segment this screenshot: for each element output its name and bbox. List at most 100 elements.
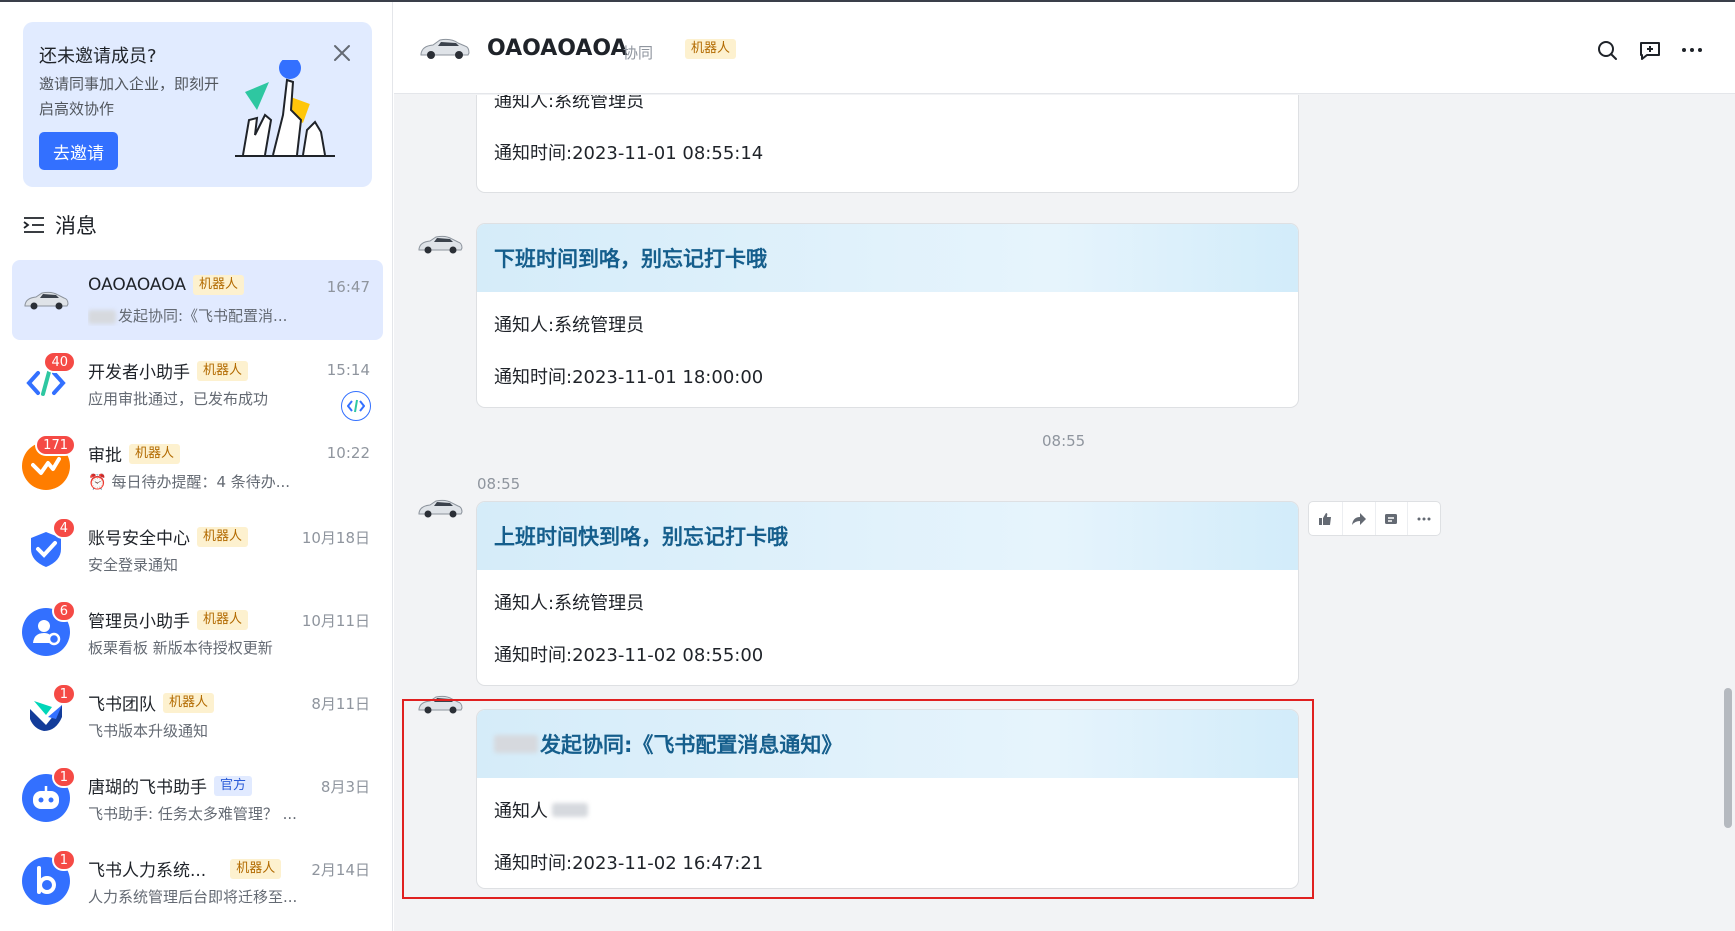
robot-tag: 机器人	[230, 858, 282, 879]
sidebar: 还未邀请成员? 邀请同事加入企业，即刻开启高效协作 去邀请 消息 OAOAOAO…	[0, 2, 393, 931]
forward-icon[interactable]	[1341, 502, 1375, 535]
scrollbar[interactable]	[1724, 688, 1732, 828]
developer-app-icon[interactable]	[341, 391, 371, 421]
chat-name: 飞书人力系统... 机器人	[88, 856, 282, 881]
invite-illustration-icon	[235, 60, 335, 157]
chat-item-account-security[interactable]: 4 账号安全中心 机器人 10月18日 安全登录通知	[12, 509, 383, 589]
hr-system-icon	[37, 866, 56, 894]
chat-time: 8月11日	[311, 695, 370, 713]
add-chat-icon[interactable]	[1638, 38, 1662, 62]
unread-badge: 4	[51, 517, 76, 539]
chat-name: 管理员小助手 机器人	[88, 607, 249, 632]
chat-time: 10月18日	[301, 529, 370, 547]
avatar: 1	[22, 683, 76, 739]
chat-preview: 安全登录通知	[88, 556, 179, 574]
robot-tag: 机器人	[163, 692, 215, 713]
chat-item-feishu-team[interactable]: 1 飞书团队 机器人 8月11日 飞书版本升级通知	[12, 675, 383, 755]
car-icon	[418, 499, 463, 518]
card-body: 通知人:系统管理员 通知时间:2023-11-02 08:55:00	[477, 570, 1298, 680]
chat-preview: 发起协同:《飞书配置消...	[88, 305, 323, 326]
card-body: 通知人:系统管理员 通知时间:2023-11-01 08:55:14	[477, 95, 1298, 178]
chat-name: 飞书团队 机器人	[88, 690, 215, 715]
chat-item-approval[interactable]: 171 审批 机器人 10:22 ⏰ 每日待办提醒：4 条待办...	[12, 426, 383, 506]
avatar: 40	[22, 351, 76, 407]
chat-name: 唐瑚的飞书助手 官方	[88, 773, 253, 798]
unread-badge: 1	[51, 766, 76, 788]
message-card[interactable]: 通知人:系统管理员 通知时间:2023-11-01 08:55:14	[476, 95, 1299, 193]
message-actions	[1308, 501, 1441, 536]
sender-time: 08:55	[477, 475, 521, 493]
chat-item-admin-assistant[interactable]: 6 管理员小助手 机器人 10月11日 板栗看板 新版本待授权更新	[12, 592, 383, 672]
chat-name: 审批 机器人	[88, 441, 181, 466]
car-icon	[420, 38, 470, 59]
unread-badge: 1	[51, 683, 76, 705]
chat-preview: ⏰ 每日待办提醒：4 条待办...	[88, 473, 291, 491]
card-time: 通知时间:2023-11-02 08:55:00	[494, 645, 764, 666]
chat-item-hr-system[interactable]: 1 飞书人力系统... 机器人 2月14日 人力系统管理后台即将迁移至...	[12, 841, 383, 921]
avatar: 4	[22, 517, 76, 573]
invite-description: 邀请同事加入企业，即刻开启高效协作	[39, 75, 220, 118]
unread-badge: 6	[51, 600, 76, 622]
chat-preview: 飞书版本升级通知	[88, 722, 209, 740]
avatar: 1	[22, 849, 76, 905]
chat-time: 15:14	[326, 361, 370, 379]
card-body: 通知人:系统管理员 通知时间:2023-11-01 18:00:00	[477, 292, 1298, 402]
chat-header: OAOAOAOA 协同 机器人	[394, 2, 1735, 94]
unread-badge: 40	[43, 351, 76, 373]
card-title: 发起协同:《飞书配置消息通知》	[477, 710, 1298, 778]
card-notifier: 通知人:系统管理员	[494, 315, 645, 336]
blurred-name	[552, 803, 588, 817]
thumbs-up-icon[interactable]	[1309, 502, 1342, 535]
unread-badge: 171	[35, 434, 76, 456]
invite-button[interactable]: 去邀请	[39, 132, 118, 170]
unread-badge: 1	[51, 849, 76, 871]
code-icon	[347, 399, 365, 413]
search-icon[interactable]	[1595, 38, 1619, 62]
chat-item-feishu-assistant[interactable]: 1 唐瑚的飞书助手 官方 8月3日 飞书助手: 任务太多难管理？ ...	[12, 758, 383, 838]
chat-time: 16:47	[326, 278, 370, 296]
chat-item-oaoaoaoa[interactable]: OAOAOAOA 机器人 16:47 发起协同:《飞书配置消...	[12, 260, 383, 340]
chat-subtitle: 协同	[623, 44, 654, 62]
robot-icon	[33, 786, 59, 809]
invite-title: 还未邀请成员?	[39, 46, 157, 67]
invite-card: 还未邀请成员? 邀请同事加入企业，即刻开启高效协作 去邀请	[23, 22, 372, 187]
chat-name: 开发者小助手 机器人	[88, 358, 249, 383]
chat-title: OAOAOAOA	[487, 36, 628, 61]
card-time: 通知时间:2023-11-01 08:55:14	[494, 143, 764, 164]
section-title: 消息	[55, 214, 97, 238]
more-icon[interactable]	[1680, 38, 1704, 62]
more-icon[interactable]	[1407, 502, 1440, 535]
message-card[interactable]: 下班时间到咯，别忘记打卡哦 通知人:系统管理员 通知时间:2023-11-01 …	[476, 223, 1299, 408]
card-title: 上班时间快到咯，别忘记打卡哦	[477, 502, 1298, 570]
avatar	[22, 276, 70, 324]
robot-tag: 机器人	[197, 360, 249, 381]
avatar: 1	[22, 766, 76, 822]
reply-icon[interactable]	[1374, 502, 1408, 535]
time-divider: 08:55	[1042, 432, 1086, 450]
card-time: 通知时间:2023-11-01 18:00:00	[494, 367, 764, 388]
robot-tag: 机器人	[192, 275, 244, 295]
chat-time: 10:22	[326, 444, 370, 462]
blurred-name	[494, 735, 538, 753]
message-area: 通知人:系统管理员 通知时间:2023-11-01 08:55:14 下班时间到…	[394, 95, 1735, 931]
chat-preview: 人力系统管理后台即将迁移至...	[88, 888, 298, 906]
message-card[interactable]: 上班时间快到咯，别忘记打卡哦 通知人:系统管理员 通知时间:2023-11-02…	[476, 501, 1299, 686]
chat-panel: OAOAOAOA 协同 机器人 通知人:系统管理员 通知时间:2023-11-0…	[394, 2, 1735, 931]
approval-check-icon	[31, 457, 61, 475]
blurred-name	[88, 309, 116, 324]
message-card[interactable]: 发起协同:《飞书配置消息通知》 通知人 通知时间:2023-11-02 16:4…	[476, 709, 1299, 889]
chat-preview: 应用审批通过，已发布成功	[88, 390, 269, 408]
app-window: 还未邀请成员? 邀请同事加入企业，即刻开启高效协作 去邀请 消息 OAOAOAO…	[0, 0, 1735, 931]
chat-item-developer-assistant[interactable]: 40 开发者小助手 机器人 15:14 应用审批通过，已发布成功	[12, 343, 383, 423]
official-tag: 官方	[214, 775, 253, 796]
car-icon	[418, 235, 463, 254]
car-icon	[24, 291, 69, 310]
car-icon	[418, 695, 463, 714]
avatar: 171	[22, 434, 76, 490]
chat-time: 8月3日	[320, 778, 370, 796]
card-notifier: 通知人	[494, 784, 1281, 836]
chat-list: OAOAOAOA 机器人 16:47 发起协同:《飞书配置消... 40 开发者小…	[12, 260, 383, 921]
messages-section-header[interactable]: 消息	[23, 210, 97, 240]
chat-time: 10月11日	[301, 612, 370, 630]
avatar: 6	[22, 600, 76, 656]
